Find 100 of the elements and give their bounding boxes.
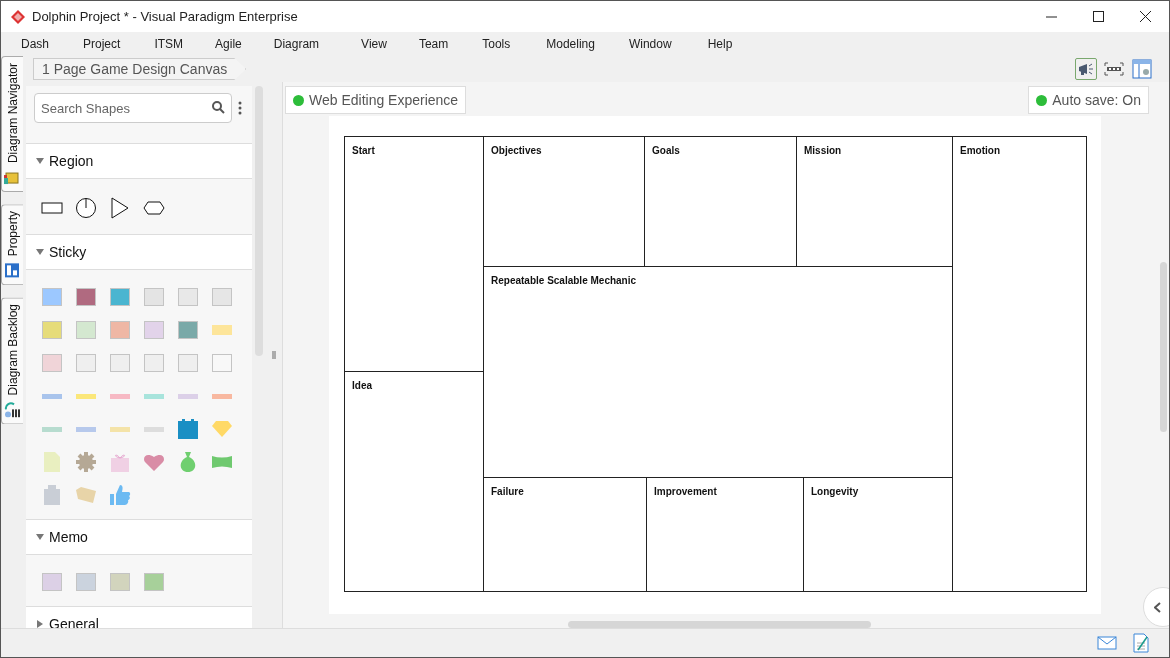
- search-field[interactable]: Search Shapes: [34, 93, 232, 123]
- search-icon: [212, 101, 225, 114]
- layout-button[interactable]: [1131, 58, 1153, 80]
- sticky-note-icon[interactable]: [41, 570, 63, 593]
- caret-icon: [36, 158, 44, 164]
- tape-icon[interactable]: [143, 424, 165, 433]
- status-text: Auto save: On: [1052, 92, 1141, 108]
- tape-icon[interactable]: [75, 424, 97, 433]
- tape-icon[interactable]: [41, 391, 63, 400]
- sticky-note-icon[interactable]: [143, 285, 165, 308]
- tape-icon[interactable]: [41, 424, 63, 433]
- sticky-note-icon[interactable]: [177, 318, 199, 341]
- menu-item[interactable]: Diagram: [273, 34, 320, 54]
- sticky-note-icon[interactable]: [177, 285, 199, 308]
- menu-item[interactable]: Team: [418, 34, 449, 54]
- sticky-note-icon[interactable]: [109, 318, 131, 341]
- block-title: Idea: [352, 380, 372, 391]
- caret-icon: [36, 534, 44, 540]
- block-title: Longevity: [811, 486, 859, 497]
- menu-item[interactable]: Modeling: [546, 34, 595, 54]
- tape-icon[interactable]: [109, 391, 131, 400]
- hexagon-icon[interactable]: [143, 200, 165, 215]
- block-title: Failure: [491, 486, 524, 497]
- tape-icon[interactable]: [177, 391, 199, 400]
- side-tab[interactable]: Diagram Navigator: [1, 56, 23, 193]
- announcement-button[interactable]: [1075, 58, 1097, 80]
- sticky-note-icon[interactable]: [109, 351, 131, 374]
- calendar-icon[interactable]: [177, 417, 199, 440]
- menu-item[interactable]: Tools: [482, 34, 511, 54]
- sticky-note-icon[interactable]: [109, 285, 131, 308]
- caret-icon: [37, 620, 43, 628]
- frame-icon: [1104, 62, 1124, 76]
- breadcrumb[interactable]: 1 Page Game Design Canvas: [33, 58, 247, 80]
- scrollbar-thumb[interactable]: [568, 621, 871, 628]
- menu-item[interactable]: View: [361, 34, 387, 54]
- folder-icon: [4, 169, 21, 186]
- menu-item[interactable]: Window: [628, 34, 672, 54]
- sticky-note-icon[interactable]: [211, 351, 233, 374]
- sticky-note-icon[interactable]: [211, 285, 233, 308]
- maximize-icon[interactable]: [1093, 11, 1104, 22]
- menu-item[interactable]: Project: [83, 34, 121, 54]
- sticky-note-icon[interactable]: [41, 285, 63, 308]
- sticky-note-icon[interactable]: [109, 570, 131, 593]
- splitter-handle-icon[interactable]: [272, 351, 276, 359]
- sticky-note-icon[interactable]: [75, 351, 97, 374]
- side-tab[interactable]: Diagram Backlog: [1, 297, 23, 425]
- banknote-icon[interactable]: [211, 453, 233, 470]
- document-icon[interactable]: [43, 450, 61, 473]
- section-header[interactable]: Memo: [26, 519, 252, 555]
- gear-icon[interactable]: [75, 450, 97, 473]
- sticky-note-icon[interactable]: [75, 285, 97, 308]
- note-icon[interactable]: [1133, 633, 1149, 653]
- sticky-note-icon[interactable]: [41, 351, 63, 374]
- tape-icon[interactable]: [75, 391, 97, 400]
- menu-item[interactable]: ITSM: [154, 34, 184, 54]
- app-logo-icon: [10, 8, 26, 25]
- sticky-note-icon[interactable]: [75, 570, 97, 593]
- sticky-note-icon[interactable]: [75, 318, 97, 341]
- caret-icon: [36, 249, 44, 255]
- clipboard-icon[interactable]: [43, 483, 61, 506]
- side-tab[interactable]: Property: [1, 204, 23, 286]
- menu-item[interactable]: Dash: [21, 34, 49, 54]
- chart-icon: [4, 401, 21, 418]
- thumbs-up-icon[interactable]: [109, 483, 131, 506]
- scrollbar-thumb[interactable]: [1160, 262, 1167, 432]
- section-header[interactable]: Sticky: [26, 234, 252, 270]
- block-title: Objectives: [491, 145, 542, 156]
- sticky-note-icon[interactable]: [143, 570, 165, 593]
- mail-icon[interactable]: [1097, 636, 1117, 650]
- sticky-note-icon[interactable]: [177, 351, 199, 374]
- diamond-icon[interactable]: [211, 419, 233, 438]
- tape-icon[interactable]: [143, 391, 165, 400]
- block-title: Start: [352, 145, 375, 156]
- sticky-note-icon[interactable]: [41, 318, 63, 341]
- panel-icon: [1132, 59, 1152, 79]
- tape-icon[interactable]: [211, 391, 233, 400]
- section-header[interactable]: Region: [26, 143, 252, 179]
- triangle-icon[interactable]: [111, 196, 129, 219]
- close-icon[interactable]: [1140, 11, 1151, 22]
- rectangle-icon[interactable]: [41, 201, 63, 214]
- status-indicator[interactable]: Web Editing Experience: [285, 86, 467, 114]
- tape-icon[interactable]: [109, 424, 131, 433]
- tag-icon[interactable]: [75, 485, 97, 504]
- menu-item[interactable]: Help: [707, 34, 733, 54]
- window-title: Dolphin Project * - Visual Paradigm Enterprise: [32, 9, 299, 24]
- chevron-left-icon: [1154, 601, 1161, 613]
- block-title: Emotion: [960, 145, 1000, 156]
- block-title: Mission: [804, 145, 842, 156]
- status-text: Web Editing Experience: [309, 92, 459, 108]
- circle-icon[interactable]: [75, 196, 97, 219]
- sticky-note-icon[interactable]: [143, 351, 165, 374]
- block-title: Goals: [652, 145, 680, 156]
- more-icon[interactable]: [238, 101, 242, 115]
- block-title: Improvement: [654, 486, 717, 497]
- status-indicator[interactable]: Auto save: On: [1028, 86, 1149, 114]
- sticky-note-icon[interactable]: [143, 318, 165, 341]
- block-title: Repeatable Scalable Mechanic: [491, 275, 637, 286]
- menu-item[interactable]: Agile: [215, 34, 242, 54]
- megaphone-icon: [1078, 62, 1094, 76]
- money-bag-icon[interactable]: [178, 450, 198, 473]
